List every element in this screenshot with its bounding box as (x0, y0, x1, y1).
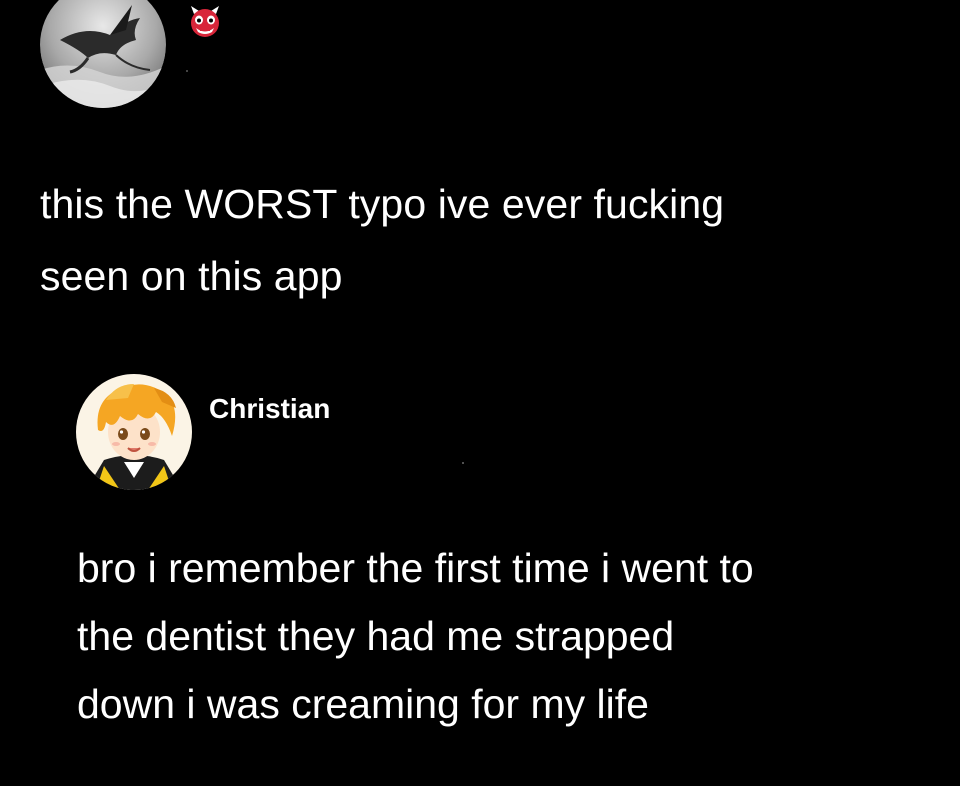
dragon-avatar-icon[interactable] (40, 0, 166, 108)
reply-text-line: the dentist they had me strapped (77, 613, 675, 659)
separator-dot (462, 462, 464, 464)
reply-text-line: bro i remember the first time i went to (77, 545, 754, 591)
ogre-emoji-icon (188, 4, 222, 38)
reply-author-name[interactable]: Christian (209, 392, 330, 426)
reply-body: bro i remember the first time i went to … (77, 534, 937, 738)
separator-dot (186, 70, 188, 72)
post-body: this the WORST typo ive ever fucking see… (40, 168, 920, 312)
reply-text-line: down i was creaming for my life (77, 681, 649, 727)
screenshot-post: this the WORST typo ive ever fucking see… (0, 0, 960, 786)
post-text-line: seen on this app (40, 253, 343, 299)
anime-character-avatar-icon[interactable] (76, 374, 192, 490)
post-text-line: this the WORST typo ive ever fucking (40, 181, 725, 227)
